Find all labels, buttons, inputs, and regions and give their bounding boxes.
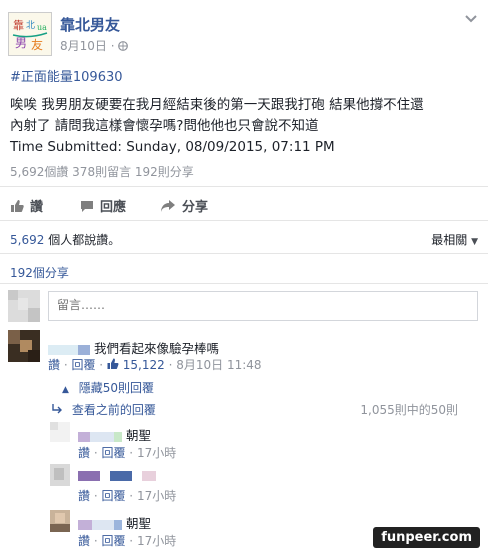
reply-avatar[interactable] <box>50 422 70 442</box>
blurred-name <box>114 519 122 530</box>
page-name[interactable]: 靠北男友 <box>60 14 120 35</box>
comment-icon <box>80 199 94 217</box>
svg-text:北: 北 <box>26 20 35 31</box>
reply-meta: 讚 · 回覆 · 17小時 <box>78 446 177 460</box>
current-user-avatar <box>8 290 40 322</box>
reply-text-row <box>78 467 156 482</box>
blurred-name <box>114 431 122 442</box>
reply-like-link[interactable]: 讚 <box>78 534 90 548</box>
blurred-name <box>141 470 156 481</box>
commenter-avatar[interactable] <box>8 330 40 362</box>
post-body-line-2: 內射了 請問我這樣會懷孕嗎?問他他也只會說不知道 <box>10 118 319 134</box>
comment-like-link[interactable]: 讚 <box>48 358 60 372</box>
reply-text: 朝聖 <box>125 516 151 531</box>
sort-dropdown[interactable]: 最相關 ▼ <box>431 231 478 248</box>
comment-button[interactable]: 回應 <box>80 196 126 217</box>
view-previous-label: 查看之前的回覆 <box>71 403 156 417</box>
divider <box>0 186 488 187</box>
comment-button-label: 回應 <box>100 200 127 215</box>
sort-dropdown-label: 最相關 <box>431 233 468 247</box>
watermark: funpeer.com <box>373 527 480 548</box>
svg-text:男: 男 <box>15 36 27 50</box>
view-previous-replies[interactable]: 查看之前的回覆 <box>52 401 156 418</box>
svg-text:靠: 靠 <box>13 18 24 32</box>
comment-meta: 讚 · 回覆 · 15,122 · 8月10日 11:48 <box>48 358 262 372</box>
post-body-line-1: 唉唉 我男朋友硬要在我月經結束後的第一天跟我打砲 結果他撐不住還 <box>10 97 424 113</box>
shares-link[interactable]: 192個分享 <box>10 264 69 281</box>
reply-like-link[interactable]: 讚 <box>78 446 90 460</box>
page-logo-icon: 靠 北 ua 男 友 <box>9 13 51 55</box>
likes-summary-text: 個人都說讚。 <box>48 233 121 247</box>
hide-replies-toggle[interactable]: ▲ 隱藏50則回覆 <box>62 379 154 396</box>
reply-avatar[interactable] <box>50 510 70 532</box>
comment-like-count[interactable]: 15,122 <box>123 358 165 372</box>
reply-meta: 讚 · 回覆 · 17小時 <box>78 534 177 548</box>
blurred-name <box>78 470 100 481</box>
blurred-name <box>90 431 114 442</box>
reply-text-row: 朝聖 <box>78 425 151 444</box>
divider <box>0 220 488 221</box>
time-submitted: Time Submitted: Sunday, 08/09/2015, 07:1… <box>10 139 335 155</box>
svg-text:ua: ua <box>37 23 47 32</box>
post-card: 靠 北 ua 男 友 靠北男友 8月10日 · #正面能量109630 唉唉 我… <box>0 0 488 554</box>
reply-avatar[interactable] <box>50 464 70 486</box>
thumbs-up-icon <box>10 199 24 217</box>
hide-replies-label: 隱藏50則回覆 <box>78 381 155 395</box>
reply-reply-link[interactable]: 回覆 <box>101 489 125 503</box>
blurred-name <box>78 344 90 355</box>
reply-time[interactable]: 17小時 <box>137 489 176 503</box>
blurred-name <box>92 519 114 530</box>
reply-time[interactable]: 17小時 <box>137 446 176 460</box>
post-menu-chevron-icon[interactable] <box>464 12 478 28</box>
like-button[interactable]: 讚 <box>10 196 43 217</box>
dot-separator: · <box>110 39 119 53</box>
reply-time[interactable]: 17小時 <box>137 534 176 548</box>
small-thumbs-up-icon <box>107 358 123 372</box>
hashtag-link[interactable]: #正面能量109630 <box>10 66 123 85</box>
blurred-name <box>48 344 78 355</box>
divider <box>0 283 488 284</box>
reply-text: 朝聖 <box>125 428 151 443</box>
reply-count: 1,055則中的50則 <box>360 403 458 417</box>
globe-icon <box>118 41 129 51</box>
comment-input[interactable] <box>49 292 476 318</box>
post-stats[interactable]: 5,692個讚 378則留言 192則分享 <box>10 163 194 180</box>
post-date[interactable]: 8月10日 · <box>60 37 129 54</box>
blurred-name <box>78 431 90 442</box>
caret-down-icon: ▼ <box>471 237 478 247</box>
page-avatar[interactable]: 靠 北 ua 男 友 <box>8 12 52 56</box>
reply-text-row: 朝聖 <box>78 513 151 532</box>
likes-count: 5,692 <box>10 233 45 247</box>
blurred-name <box>78 519 92 530</box>
reply-arrow-icon <box>52 403 68 417</box>
reply-reply-link[interactable]: 回覆 <box>101 534 125 548</box>
comment-input-wrapper[interactable] <box>48 291 478 321</box>
divider <box>0 253 488 254</box>
comment-text-row: 我們看起來像驗孕棒嗎 <box>48 338 219 357</box>
caret-up-icon: ▲ <box>62 385 69 395</box>
post-date-text: 8月10日 <box>60 39 107 53</box>
comment-text: 我們看起來像驗孕棒嗎 <box>93 341 219 356</box>
share-button-label: 分享 <box>182 200 209 215</box>
reply-like-link[interactable]: 讚 <box>78 489 90 503</box>
comment-time[interactable]: 8月10日 11:48 <box>176 358 261 372</box>
share-button[interactable]: 分享 <box>160 196 208 217</box>
likes-summary[interactable]: 5,692 個人都說讚。 <box>10 231 120 248</box>
blurred-name <box>109 470 132 481</box>
reply-reply-link[interactable]: 回覆 <box>101 446 125 460</box>
share-arrow-icon <box>160 199 176 217</box>
like-button-label: 讚 <box>30 200 44 215</box>
comment-reply-link[interactable]: 回覆 <box>71 358 95 372</box>
reply-meta: 讚 · 回覆 · 17小時 <box>78 489 177 503</box>
svg-text:友: 友 <box>31 38 43 52</box>
